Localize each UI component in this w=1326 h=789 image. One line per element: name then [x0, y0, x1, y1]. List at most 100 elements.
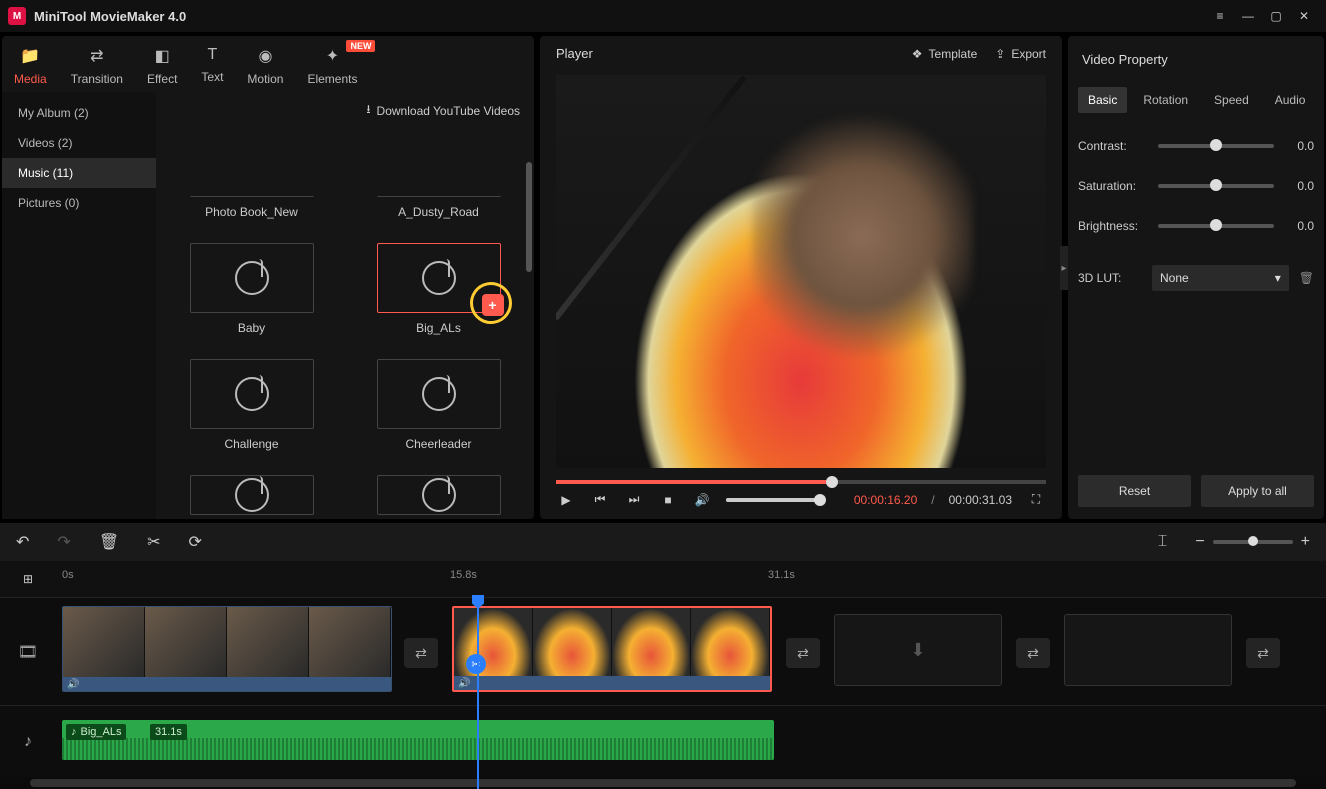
transition-slot-1[interactable]: ⇄: [404, 638, 438, 668]
app-logo: M: [8, 7, 26, 25]
redo-button[interactable]: ↷: [57, 532, 70, 552]
sidebar-item-music[interactable]: Music (11): [2, 158, 156, 188]
media-item[interactable]: [170, 475, 333, 515]
empty-clip-slot[interactable]: [1064, 614, 1232, 686]
lut-select[interactable]: None▾: [1152, 265, 1289, 291]
contrast-label: Contrast:: [1078, 139, 1150, 153]
timeline-scrollbar[interactable]: [0, 777, 1326, 789]
speed-button[interactable]: ⟳: [189, 532, 202, 552]
proptab-basic[interactable]: Basic: [1078, 87, 1127, 113]
video-lane[interactable]: 🔊 ⇄ 🔊 ✂ ⇄ ⬇ ⇄ ⇄: [56, 598, 1326, 705]
empty-clip-slot[interactable]: ⬇: [834, 614, 1002, 686]
play-button[interactable]: ▶: [556, 493, 576, 507]
saturation-slider[interactable]: [1158, 184, 1274, 188]
lut-delete-icon[interactable]: 🗑: [1299, 271, 1314, 285]
tab-elements[interactable]: ✦ElementsNEW: [307, 46, 357, 86]
maximize-icon[interactable]: ▢: [1262, 2, 1290, 30]
media-label: Baby: [238, 321, 265, 335]
proptab-speed[interactable]: Speed: [1204, 87, 1259, 113]
transition-slot-3[interactable]: ⇄: [1016, 638, 1050, 668]
contrast-slider[interactable]: [1158, 144, 1274, 148]
media-label: Big_ALs: [416, 321, 461, 335]
player-viewport[interactable]: [556, 75, 1046, 468]
volume-icon[interactable]: 🔊: [692, 493, 712, 507]
zoom-out-button[interactable]: −: [1195, 533, 1204, 551]
property-tabs: Basic Rotation Speed Audio: [1078, 87, 1314, 113]
ruler-mark: 31.1s: [768, 569, 795, 581]
tab-text[interactable]: TText: [201, 46, 223, 86]
download-youtube-link[interactable]: ⭳Download YouTube Videos: [170, 96, 520, 131]
export-icon: ⇪: [995, 47, 1005, 61]
player-progress[interactable]: [556, 480, 1046, 484]
media-item[interactable]: Challenge: [170, 359, 333, 451]
zoom-slider[interactable]: [1213, 540, 1293, 544]
music-note-icon: [235, 377, 269, 411]
undo-button[interactable]: ↶: [16, 532, 29, 552]
media-item-selected[interactable]: + Big_ALs: [357, 243, 520, 335]
template-icon: ❖: [912, 47, 923, 61]
tab-effect[interactable]: ◧Effect: [147, 46, 177, 86]
sidebar-item-myalbum[interactable]: My Album (2): [2, 98, 156, 128]
media-item[interactable]: Cheerleader: [357, 359, 520, 451]
lut-value: None: [1160, 271, 1189, 285]
export-button[interactable]: ⇪Export: [995, 47, 1046, 61]
ruler-mark: 0s: [62, 569, 74, 581]
proptab-rotation[interactable]: Rotation: [1133, 87, 1198, 113]
close-icon[interactable]: ✕: [1290, 2, 1318, 30]
zoom-in-button[interactable]: +: [1301, 533, 1310, 551]
prev-frame-button[interactable]: ⏮: [590, 492, 610, 507]
video-track-row: 🎞 🔊 ⇄ 🔊 ✂ ⇄ ⬇ ⇄ ⇄: [0, 597, 1326, 705]
audio-lane[interactable]: ♪Big_ALs 31.1s: [56, 706, 1326, 777]
media-item[interactable]: A_Dusty_Road: [357, 131, 520, 219]
minimize-icon[interactable]: —: [1234, 2, 1262, 30]
tab-label: Text: [201, 70, 223, 84]
scrollbar[interactable]: [526, 122, 532, 513]
saturation-value: 0.0: [1282, 179, 1314, 193]
audio-clip[interactable]: ♪Big_ALs 31.1s: [62, 720, 774, 760]
apply-all-button[interactable]: Apply to all: [1201, 475, 1314, 507]
delete-button[interactable]: 🗑: [99, 532, 119, 552]
tab-label: Motion: [247, 72, 283, 86]
split-marker-icon: ✂: [466, 654, 486, 674]
media-label: Cheerleader: [405, 437, 471, 451]
player-panel: Player ❖Template ⇪Export ▶ ⏮ ⏭ ■ 🔊 00:00…: [540, 36, 1062, 519]
speaker-icon: 🔊: [67, 679, 79, 690]
stop-button[interactable]: ■: [658, 493, 678, 507]
fit-button[interactable]: ⌶: [1158, 533, 1168, 551]
menu-icon[interactable]: ≡: [1206, 2, 1234, 30]
download-icon: ⭳: [366, 100, 370, 121]
media-item[interactable]: Photo Book_New: [170, 131, 333, 219]
contrast-row: Contrast: 0.0: [1078, 139, 1314, 153]
media-label: Challenge: [224, 437, 278, 451]
volume-slider[interactable]: [726, 498, 822, 502]
brightness-slider[interactable]: [1158, 224, 1274, 228]
add-track-icon[interactable]: ⊞: [0, 561, 56, 597]
transition-slot-2[interactable]: ⇄: [786, 638, 820, 668]
tab-label: Elements: [307, 72, 357, 86]
reset-button[interactable]: Reset: [1078, 475, 1191, 507]
media-item[interactable]: [357, 475, 520, 515]
tab-motion[interactable]: ◉Motion: [247, 46, 283, 86]
sidebar-item-videos[interactable]: Videos (2): [2, 128, 156, 158]
music-note-icon: [235, 261, 269, 295]
audio-clip-name: Big_ALs: [81, 726, 122, 738]
proptab-audio[interactable]: Audio: [1265, 87, 1316, 113]
next-frame-button[interactable]: ⏭: [624, 492, 644, 507]
collapse-handle[interactable]: ▸: [1060, 246, 1068, 290]
tab-transition[interactable]: ⇄Transition: [71, 46, 123, 86]
transition-slot-4[interactable]: ⇄: [1246, 638, 1280, 668]
video-clip-1[interactable]: 🔊: [62, 606, 392, 692]
player-title: Player: [556, 46, 593, 61]
media-label: A_Dusty_Road: [398, 205, 479, 219]
media-item[interactable]: Baby: [170, 243, 333, 335]
sidebar-item-pictures[interactable]: Pictures (0): [2, 188, 156, 218]
split-button[interactable]: ✂: [147, 532, 160, 552]
audio-clip-duration: 31.1s: [150, 724, 187, 740]
add-to-timeline-button[interactable]: +: [482, 294, 504, 316]
fullscreen-button[interactable]: ⛶: [1026, 492, 1046, 507]
video-clip-2[interactable]: 🔊 ✂: [452, 606, 772, 692]
template-button[interactable]: ❖Template: [912, 47, 977, 61]
tab-label: Effect: [147, 72, 177, 86]
timeline-ruler[interactable]: ⊞ 0s 15.8s 31.1s: [0, 561, 1326, 597]
tab-media[interactable]: 📁Media: [14, 46, 47, 86]
